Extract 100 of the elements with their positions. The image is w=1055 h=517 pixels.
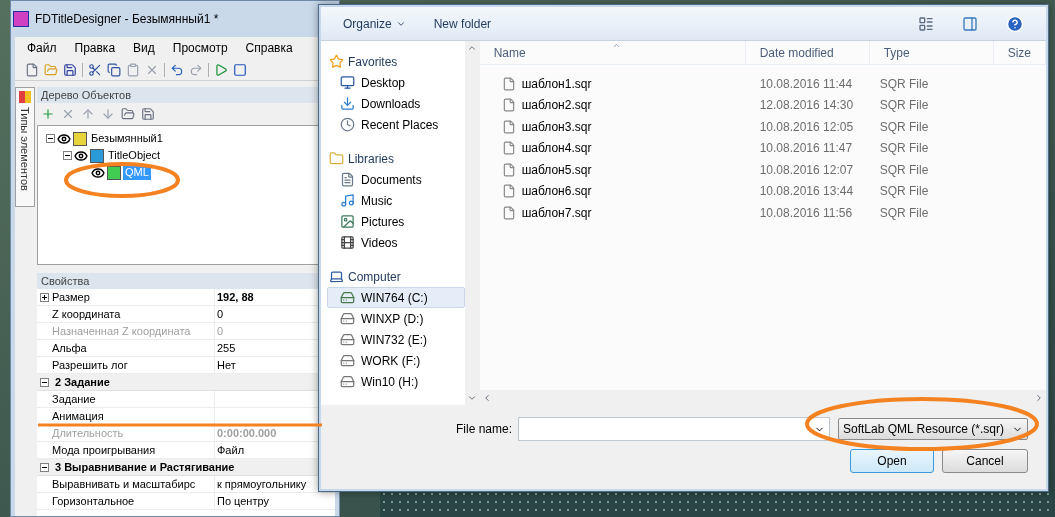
menu-item[interactable]: Просмотр bbox=[172, 39, 228, 57]
new-file-icon[interactable] bbox=[25, 62, 39, 77]
menu-item[interactable]: Правка bbox=[74, 39, 116, 57]
tree-item[interactable]: Безымянный1 bbox=[89, 131, 165, 146]
object-icon bbox=[73, 131, 87, 146]
nav-item[interactable]: Pictures bbox=[327, 211, 466, 232]
download-icon bbox=[340, 96, 355, 111]
copy-icon[interactable] bbox=[107, 62, 121, 77]
move-down-icon[interactable] bbox=[101, 107, 115, 121]
property-group[interactable]: 2 Задание bbox=[55, 373, 110, 391]
organize-button[interactable]: Organize bbox=[343, 14, 406, 33]
file-date: 10.08.2016 12:05 bbox=[758, 118, 855, 136]
collapse-icon[interactable] bbox=[46, 134, 55, 143]
drive-icon bbox=[340, 374, 355, 389]
drive-icon bbox=[340, 353, 355, 368]
cut-icon[interactable] bbox=[88, 62, 102, 77]
collapse-icon[interactable] bbox=[40, 377, 49, 387]
collapse-icon[interactable] bbox=[40, 462, 49, 472]
menu-item[interactable]: Справка bbox=[245, 39, 293, 57]
scroll-up-icon[interactable] bbox=[467, 43, 478, 53]
scroll-right-icon[interactable] bbox=[1034, 392, 1044, 403]
element-types-icon bbox=[19, 91, 31, 103]
eye-icon[interactable] bbox=[74, 148, 88, 163]
music-note-icon bbox=[340, 193, 355, 208]
scrollbar[interactable] bbox=[465, 41, 480, 405]
file-date: 10.08.2016 11:56 bbox=[758, 204, 854, 222]
folder-icon bbox=[329, 151, 344, 166]
file-date: 10.08.2016 11:47 bbox=[758, 140, 854, 158]
paste-icon[interactable] bbox=[126, 62, 140, 77]
column-header[interactable]: Size bbox=[993, 41, 1046, 64]
file-icon bbox=[501, 119, 516, 134]
window-title: FDTitleDesigner - Безымянный1 * bbox=[35, 11, 219, 28]
file-date: 10.08.2016 11:44 bbox=[758, 75, 854, 93]
nav-item[interactable]: Music bbox=[327, 190, 466, 211]
file-date: 10.08.2016 13:44 bbox=[758, 183, 855, 201]
file-type: SQR File bbox=[878, 118, 930, 136]
file-name[interactable]: шаблон5.sqr bbox=[521, 160, 592, 179]
nav-group[interactable]: Libraries bbox=[348, 149, 395, 168]
nav-item[interactable]: Videos bbox=[327, 232, 466, 253]
expand-icon[interactable] bbox=[40, 292, 49, 302]
eye-icon[interactable] bbox=[57, 131, 71, 146]
film-icon bbox=[340, 235, 355, 250]
redo-icon[interactable] bbox=[189, 62, 203, 77]
scroll-down-icon[interactable] bbox=[467, 393, 478, 403]
play-icon[interactable] bbox=[214, 62, 228, 77]
column-header[interactable]: Name bbox=[479, 41, 746, 64]
nav-item[interactable]: Documents bbox=[327, 169, 466, 190]
nav-item[interactable]: Win10 (H:) bbox=[327, 371, 466, 392]
file-name-label: File name: bbox=[455, 421, 512, 438]
eye-icon[interactable] bbox=[91, 165, 105, 180]
file-name[interactable]: шаблон6.sqr bbox=[521, 182, 592, 201]
file-type-dropdown[interactable]: SoftLab QML Resource (*.sqr) bbox=[838, 418, 1028, 440]
undo-icon[interactable] bbox=[170, 62, 184, 77]
property-name: Размер bbox=[52, 289, 91, 305]
file-icon bbox=[501, 98, 516, 113]
save-icon[interactable] bbox=[63, 62, 77, 77]
drive-icon bbox=[340, 290, 355, 305]
nav-item[interactable]: Recent Places bbox=[327, 114, 466, 135]
dialog-button[interactable]: Open bbox=[850, 449, 934, 473]
side-tab[interactable]: Типы элементов bbox=[15, 87, 35, 207]
file-type: SQR File bbox=[878, 97, 930, 115]
file-type: SQR File bbox=[878, 140, 930, 158]
open-folder-icon[interactable] bbox=[121, 107, 135, 121]
file-name[interactable]: шаблон2.sqr bbox=[521, 96, 592, 115]
property-name: Мода проигрывания bbox=[52, 442, 157, 458]
new-folder-button[interactable]: New folder bbox=[433, 14, 492, 33]
file-name[interactable]: шаблон7.sqr bbox=[521, 203, 592, 222]
file-icon bbox=[501, 184, 516, 199]
object-icon bbox=[90, 148, 104, 163]
save-icon[interactable] bbox=[141, 107, 155, 121]
property-name: Горизонтальное bbox=[52, 493, 136, 509]
drive-icon bbox=[340, 311, 355, 326]
file-type: SQR File bbox=[878, 161, 930, 179]
dialog-button[interactable]: Cancel bbox=[942, 449, 1028, 473]
tree-item[interactable]: TitleObject bbox=[106, 148, 163, 163]
help-icon[interactable] bbox=[1006, 14, 1024, 33]
delete-icon[interactable] bbox=[61, 107, 75, 121]
file-icon bbox=[501, 76, 516, 91]
nav-group[interactable]: Favorites bbox=[348, 52, 398, 71]
file-type: SQR File bbox=[878, 183, 930, 201]
property-name: Z координата bbox=[52, 306, 122, 322]
nav-item[interactable]: WIN764 (C:) bbox=[327, 287, 466, 308]
stop-icon[interactable] bbox=[233, 62, 247, 77]
file-name[interactable]: шаблон3.sqr bbox=[521, 117, 592, 136]
file-name[interactable]: шаблон4.sqr bbox=[521, 139, 592, 158]
preview-pane-icon[interactable] bbox=[962, 15, 978, 32]
menu-item[interactable]: Вид bbox=[133, 39, 155, 57]
menu-item[interactable]: Файл bbox=[27, 39, 57, 57]
file-name[interactable]: шаблон1.sqr bbox=[521, 74, 592, 93]
monitor-icon bbox=[340, 75, 355, 90]
file-icon bbox=[501, 162, 516, 177]
nav-group[interactable]: Computer bbox=[348, 267, 401, 286]
file-name-field[interactable] bbox=[518, 417, 830, 441]
move-up-icon[interactable] bbox=[81, 107, 95, 121]
file-type: SQR File bbox=[878, 75, 930, 93]
view-options-icon[interactable] bbox=[918, 15, 934, 32]
collapse-icon[interactable] bbox=[63, 151, 72, 160]
column-header[interactable]: Type bbox=[869, 41, 994, 64]
column-header[interactable]: Date modified bbox=[745, 41, 870, 64]
picture-icon bbox=[340, 214, 355, 229]
